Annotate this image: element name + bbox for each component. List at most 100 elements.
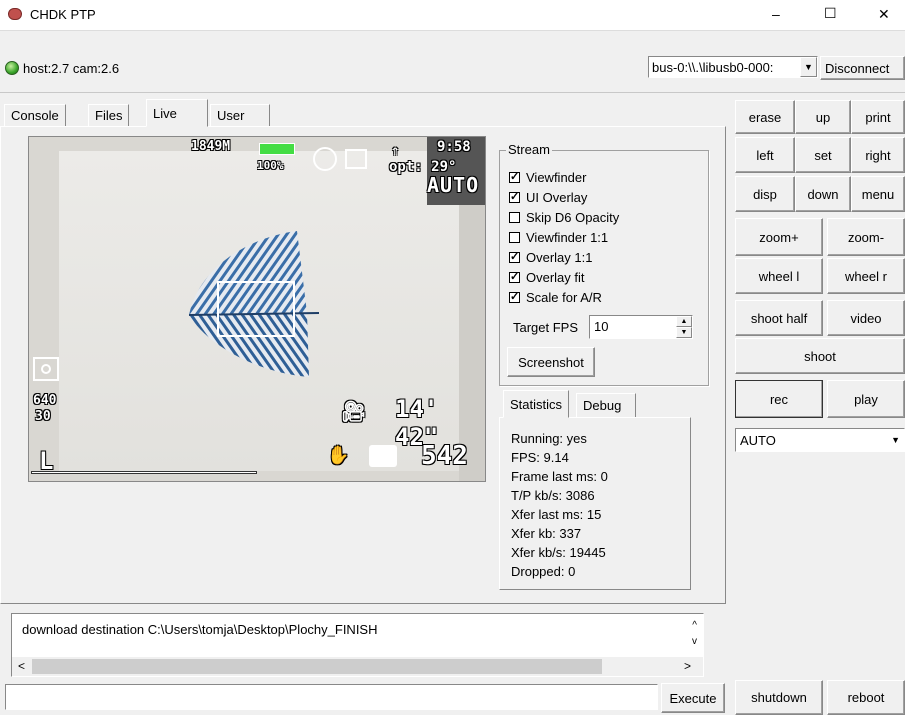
stat-xfer-kb: Xfer kb: 337 bbox=[511, 526, 582, 541]
target-fps-value: 10 bbox=[594, 319, 609, 334]
up-button[interactable]: up bbox=[795, 100, 851, 134]
tab-console[interactable]: Console bbox=[4, 104, 66, 126]
live-view: 1849M 100% ⇑ 9:58 opt: 29° AUTO 640 30 L… bbox=[28, 136, 486, 482]
execute-button[interactable]: Execute bbox=[661, 683, 725, 713]
down-button[interactable]: down bbox=[795, 176, 851, 212]
chevron-down-icon[interactable]: ▼ bbox=[800, 57, 817, 77]
command-input[interactable] bbox=[5, 684, 658, 710]
tab-live[interactable]: Live bbox=[146, 99, 208, 127]
mode-label: AUTO bbox=[427, 173, 480, 197]
shutdown-button[interactable]: shutdown bbox=[735, 680, 823, 715]
scroll-left-icon[interactable]: < bbox=[18, 659, 25, 673]
menu-button[interactable]: menu bbox=[851, 176, 905, 212]
shots-remaining: 542 bbox=[421, 441, 468, 471]
viewfinder-checkbox[interactable]: ✓ Viewfinder bbox=[509, 167, 619, 187]
scroll-up-icon[interactable]: ^ bbox=[692, 620, 697, 631]
stat-xfer-kbs: Xfer kb/s: 19445 bbox=[511, 545, 606, 560]
memory-readout: 1849M bbox=[191, 139, 231, 154]
movie-camera-icon: 🎥︎ bbox=[341, 399, 367, 423]
skip-d6-opacity-checkbox[interactable]: Skip D6 Opacity bbox=[509, 207, 619, 227]
checkbox-box[interactable]: ✓ bbox=[509, 251, 520, 263]
status-divider bbox=[0, 92, 905, 93]
battery-icon bbox=[259, 143, 295, 155]
stat-tp-kbs: T/P kb/s: 3086 bbox=[511, 488, 595, 503]
spinner-up-icon[interactable]: ▲ bbox=[676, 316, 692, 327]
set-button[interactable]: set bbox=[795, 137, 851, 173]
video-resolution: 640 bbox=[33, 393, 57, 408]
checkbox-box[interactable] bbox=[509, 231, 520, 243]
checkbox-label: Overlay 1:1 bbox=[526, 249, 593, 265]
shoot-button[interactable]: shoot bbox=[735, 338, 905, 374]
checkbox-box[interactable]: ✓ bbox=[509, 271, 520, 283]
stat-running: Running: yes bbox=[511, 431, 587, 446]
zoom-in-button[interactable]: zoom+ bbox=[735, 218, 823, 256]
erase-button[interactable]: erase bbox=[735, 100, 795, 134]
stream-options: ✓ Viewfinder ✓ UI Overlay Skip D6 Opacity … bbox=[509, 167, 619, 307]
stabilizer-icon: ⇑ bbox=[391, 143, 400, 159]
metering-icon bbox=[33, 357, 59, 381]
device-select[interactable]: bus-0:\\.\libusb0-000: ▼ bbox=[648, 56, 818, 78]
mode-select-value: AUTO bbox=[740, 432, 776, 448]
overlay-fit-checkbox[interactable]: ✓ Overlay fit bbox=[509, 267, 619, 287]
disconnect-button[interactable]: Disconnect bbox=[820, 56, 905, 80]
focus-frame bbox=[217, 281, 295, 337]
aspect-frame-icon bbox=[345, 149, 367, 169]
mode-select[interactable]: AUTO ▼ bbox=[735, 428, 905, 452]
flash-off-icon bbox=[313, 147, 337, 171]
app-icon bbox=[8, 8, 22, 20]
checkbox-label: Viewfinder bbox=[526, 169, 587, 185]
checkbox-label: Overlay fit bbox=[526, 269, 585, 285]
checkbox-label: UI Overlay bbox=[526, 189, 588, 205]
horizontal-scrollbar[interactable]: < > bbox=[12, 657, 703, 676]
console-output[interactable]: download destination C:\Users\tomja\Desk… bbox=[11, 613, 704, 677]
tab-statistics[interactable]: Statistics bbox=[503, 390, 570, 418]
camera-icon bbox=[369, 445, 397, 467]
checkbox-box[interactable]: ✓ bbox=[509, 291, 520, 303]
screenshot-button[interactable]: Screenshot bbox=[507, 347, 595, 377]
progress-line bbox=[31, 471, 257, 474]
battery-percent: 100% bbox=[257, 159, 284, 172]
device-select-value: bus-0:\\.\libusb0-000: bbox=[652, 59, 774, 75]
reboot-button[interactable]: reboot bbox=[827, 680, 905, 715]
target-fps-spinner[interactable]: 10 ▲ ▼ bbox=[589, 315, 693, 339]
rec-button[interactable]: rec bbox=[735, 380, 823, 418]
checkbox-label: Scale for A/R bbox=[526, 289, 602, 305]
maximize-button[interactable]: ☐ bbox=[824, 5, 837, 22]
video-fps: 30 bbox=[35, 409, 51, 424]
play-button[interactable]: play bbox=[827, 380, 905, 418]
title-divider bbox=[0, 30, 905, 31]
scrollbar-thumb[interactable] bbox=[32, 659, 602, 674]
window-title: CHDK PTP bbox=[30, 7, 96, 22]
clock-time: 9:58 bbox=[437, 139, 471, 155]
checkbox-box[interactable]: ✓ bbox=[509, 171, 520, 183]
print-button[interactable]: print bbox=[851, 100, 905, 134]
tab-files[interactable]: Files bbox=[88, 104, 130, 126]
zoom-out-button[interactable]: zoom- bbox=[827, 218, 905, 256]
scroll-right-icon[interactable]: > bbox=[684, 659, 691, 673]
right-button[interactable]: right bbox=[851, 137, 905, 173]
status-text: host:2.7 cam:2.6 bbox=[23, 61, 120, 76]
hand-shake-icon: ✋ bbox=[327, 445, 350, 466]
stat-xfer-last-ms: Xfer last ms: 15 bbox=[511, 507, 602, 522]
shoot-half-button[interactable]: shoot half bbox=[735, 300, 823, 336]
overlay-1-1-checkbox[interactable]: ✓ Overlay 1:1 bbox=[509, 247, 619, 267]
minimize-button[interactable]: – bbox=[772, 6, 780, 22]
left-button[interactable]: left bbox=[735, 137, 795, 173]
close-button[interactable]: ✕ bbox=[878, 6, 890, 23]
viewfinder-1-1-checkbox[interactable]: Viewfinder 1:1 bbox=[509, 227, 619, 247]
stat-frame-last-ms: Frame last ms: 0 bbox=[511, 469, 608, 484]
tab-user[interactable]: User bbox=[210, 104, 270, 126]
scroll-down-icon[interactable]: v bbox=[692, 636, 697, 647]
stat-fps: FPS: 9.14 bbox=[511, 450, 569, 465]
wheel-left-button[interactable]: wheel l bbox=[735, 258, 823, 294]
video-button[interactable]: video bbox=[827, 300, 905, 336]
ui-overlay-checkbox[interactable]: ✓ UI Overlay bbox=[509, 187, 619, 207]
tab-debug[interactable]: Debug bbox=[576, 393, 636, 417]
chevron-down-icon[interactable]: ▼ bbox=[891, 435, 900, 445]
spinner-down-icon[interactable]: ▼ bbox=[676, 327, 692, 338]
scale-ar-checkbox[interactable]: ✓ Scale for A/R bbox=[509, 287, 619, 307]
disp-button[interactable]: disp bbox=[735, 176, 795, 212]
checkbox-box[interactable]: ✓ bbox=[509, 191, 520, 203]
wheel-right-button[interactable]: wheel r bbox=[827, 258, 905, 294]
checkbox-box[interactable] bbox=[509, 211, 520, 223]
